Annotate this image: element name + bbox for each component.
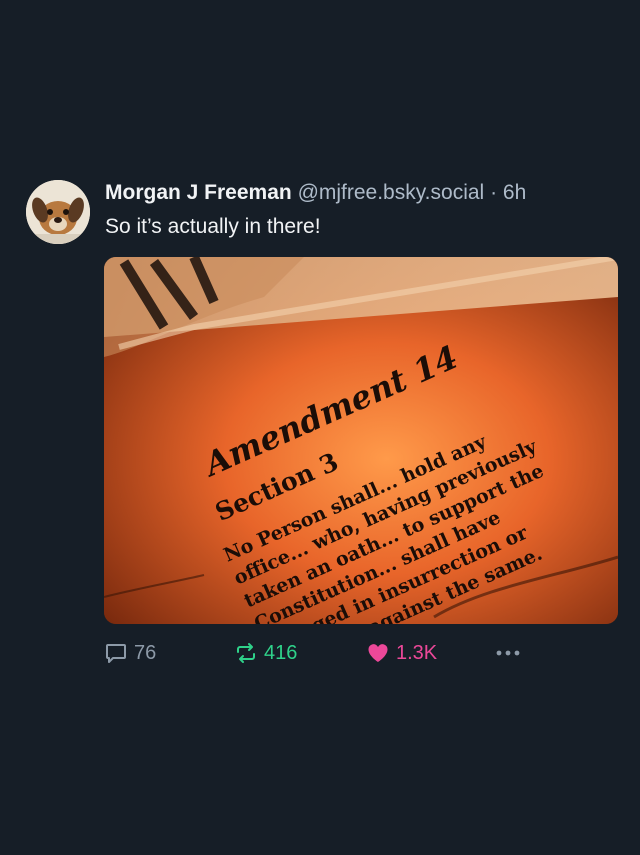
reply-button[interactable]: 76 <box>104 638 156 668</box>
post-text: So it’s actually in there! <box>105 215 321 238</box>
reply-icon <box>106 644 126 663</box>
author-handle[interactable]: @mjfree.bsky.social <box>298 181 485 204</box>
post-time[interactable]: 6h <box>503 181 526 204</box>
avatar[interactable] <box>26 180 90 244</box>
post-image[interactable]: Amendment 14 Section 3 No Person shall..… <box>104 257 618 624</box>
reply-count: 76 <box>134 641 157 664</box>
author-name[interactable]: Morgan J Freeman <box>105 181 292 204</box>
heart-icon <box>368 644 388 662</box>
like-count: 1.3K <box>396 641 438 664</box>
more-icon <box>496 650 520 656</box>
repost-button[interactable]: 416 <box>234 638 297 668</box>
dog-avatar-icon <box>26 180 90 244</box>
repost-count: 416 <box>264 641 298 664</box>
separator-dot: · <box>490 181 498 204</box>
post-card[interactable]: Morgan J Freeman @mjfree.bsky.social · 6… <box>0 0 640 855</box>
more-options-button[interactable] <box>494 638 528 668</box>
post-actions: 76 416 1.3K <box>0 638 640 670</box>
like-button[interactable]: 1.3K <box>366 638 437 668</box>
post-header: Morgan J Freeman @mjfree.bsky.social · 6… <box>105 181 526 205</box>
repost-icon <box>237 643 255 663</box>
